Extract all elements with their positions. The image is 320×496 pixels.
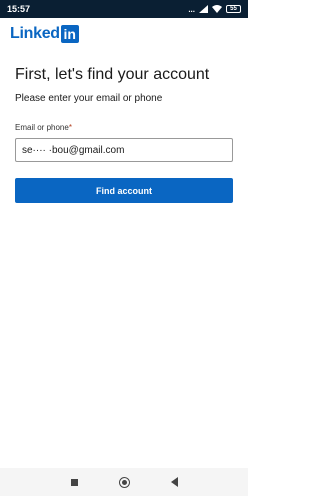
triangle-back-icon[interactable] [170, 477, 178, 487]
android-nav-bar [0, 468, 248, 496]
page-title: First, let's find your account [15, 66, 210, 83]
status-time: 15:57 [7, 4, 31, 14]
square-recents-icon[interactable] [70, 478, 78, 486]
status-icons: ... 55 [188, 5, 241, 14]
find-account-button[interactable]: Find account [15, 178, 233, 203]
battery-icon: 55 [226, 5, 241, 13]
email-label-text: Email or phone [15, 123, 69, 132]
wifi-icon [212, 5, 222, 13]
required-marker: * [68, 123, 72, 132]
logo-box: in [60, 25, 79, 43]
email-field[interactable] [15, 138, 233, 162]
logo-text: Linked [10, 25, 60, 42]
circle-home-icon[interactable] [118, 476, 130, 488]
linkedin-logo: Linked in [10, 24, 79, 44]
email-field-label: Email or phone* [15, 123, 72, 132]
status-bar: 15:57 ... 55 [0, 0, 248, 18]
signal-icon [199, 5, 208, 13]
page-subtitle: Please enter your email or phone [15, 93, 163, 104]
notification-dots-icon: ... [188, 4, 195, 14]
